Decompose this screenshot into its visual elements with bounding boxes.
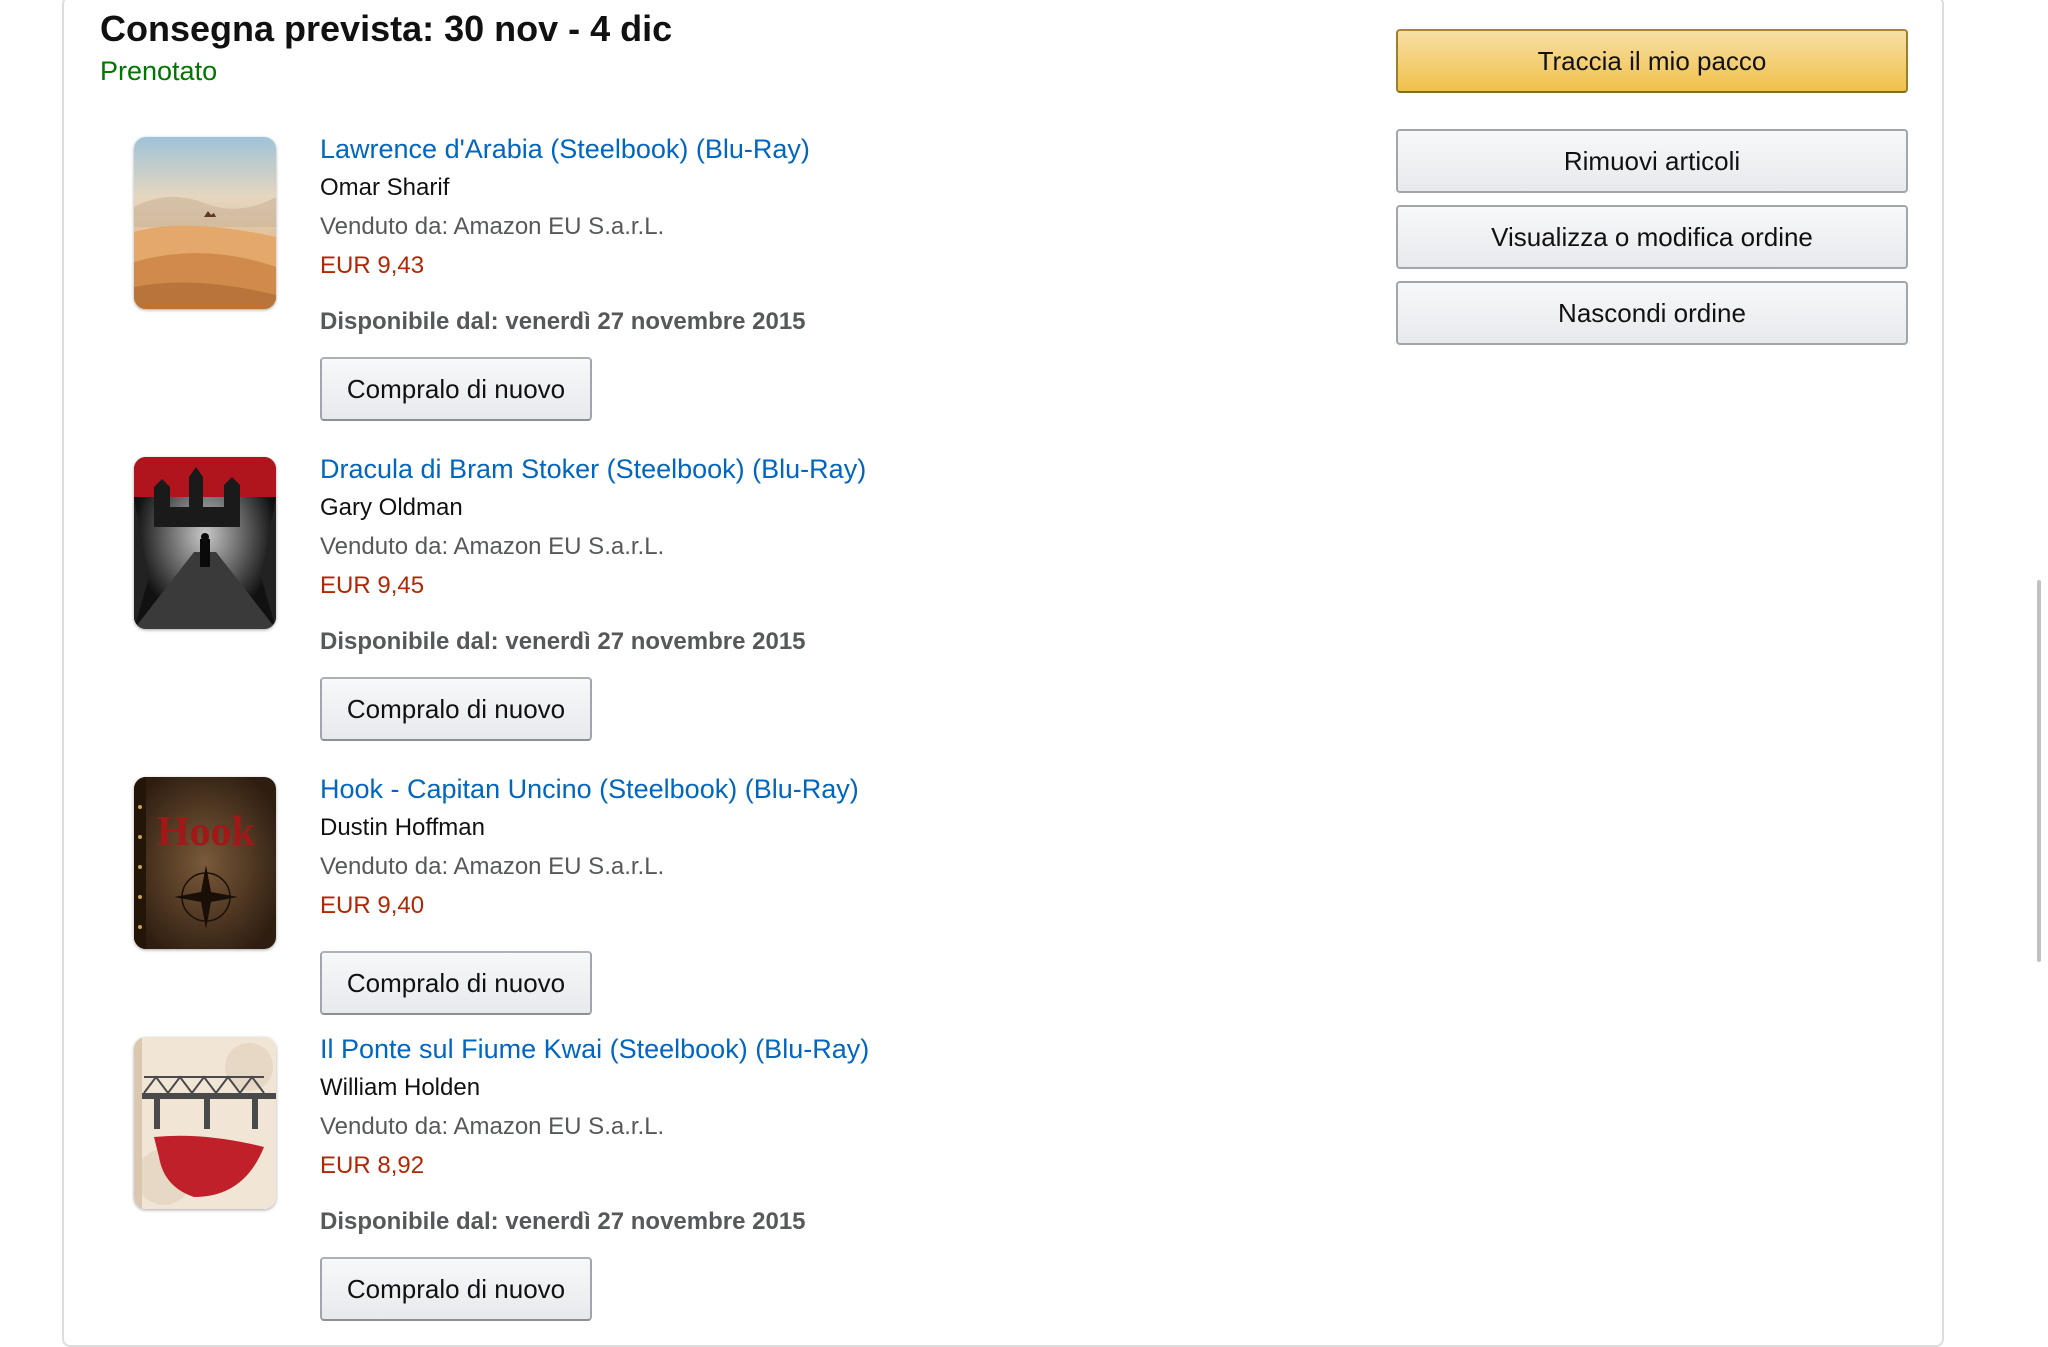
item-title-link[interactable]: Il Ponte sul Fiume Kwai (Steelbook) (Blu… (320, 1031, 1120, 1067)
item-info: Il Ponte sul Fiume Kwai (Steelbook) (Blu… (320, 1034, 1120, 1321)
remove-items-button[interactable]: Rimuovi articoli (1396, 129, 1908, 193)
item-price: EUR 8,92 (320, 1152, 425, 1179)
item-info: Dracula di Bram Stoker (Steelbook) (Blu-… (320, 454, 1120, 741)
item-info: Hook - Capitan Uncino (Steelbook) (Blu-R… (320, 774, 1120, 1015)
desert-cover-icon[interactable] (134, 137, 276, 309)
item-price: EUR 9,43 (320, 252, 425, 279)
shipment-status: Prenotato (100, 56, 218, 86)
item-seller: Venduto da: Amazon EU S.a.r.L. (320, 213, 665, 240)
item-price: EUR 9,40 (320, 892, 425, 919)
item-seller: Venduto da: Amazon EU S.a.r.L. (320, 533, 665, 560)
shipment-title: Consegna prevista: 30 nov - 4 dic (100, 8, 673, 49)
bridge-cover-icon[interactable] (134, 1037, 276, 1209)
order-page: Consegna prevista: 30 nov - 4 dic Prenot… (0, 0, 2048, 1347)
item-availability: Disponibile dal: venerdì 27 novembre 201… (320, 1208, 806, 1235)
buy-again-button[interactable]: Compralo di nuovo (320, 677, 592, 741)
castle-cover-icon[interactable] (134, 457, 276, 629)
item-title-link[interactable]: Dracula di Bram Stoker (Steelbook) (Blu-… (320, 451, 1120, 487)
item-author: William Holden (320, 1074, 481, 1101)
item-price: EUR 9,45 (320, 572, 425, 599)
item-availability: Disponibile dal: venerdì 27 novembre 201… (320, 628, 806, 655)
item-title-link[interactable]: Hook - Capitan Uncino (Steelbook) (Blu-R… (320, 771, 1120, 807)
item-title-link[interactable]: Lawrence d'Arabia (Steelbook) (Blu-Ray) (320, 131, 1120, 167)
item-seller: Venduto da: Amazon EU S.a.r.L. (320, 853, 665, 880)
buy-again-button[interactable]: Compralo di nuovo (320, 1257, 592, 1321)
view-edit-order-button[interactable]: Visualizza o modifica ordine (1396, 205, 1908, 269)
cover-title: Hook (157, 809, 256, 855)
hide-order-button[interactable]: Nascondi ordine (1396, 281, 1908, 345)
buy-again-button[interactable]: Compralo di nuovo (320, 951, 592, 1015)
book-cover-icon[interactable]: Hook (134, 777, 276, 949)
item-author: Dustin Hoffman (320, 814, 485, 841)
buy-again-button[interactable]: Compralo di nuovo (320, 357, 592, 421)
item-info: Lawrence d'Arabia (Steelbook) (Blu-Ray) … (320, 134, 1120, 421)
item-seller: Venduto da: Amazon EU S.a.r.L. (320, 1113, 665, 1140)
item-availability: Disponibile dal: venerdì 27 novembre 201… (320, 308, 806, 335)
item-author: Gary Oldman (320, 494, 463, 521)
scrollbar[interactable] (2037, 580, 2041, 962)
track-package-button[interactable]: Traccia il mio pacco (1396, 29, 1908, 93)
item-author: Omar Sharif (320, 174, 450, 201)
